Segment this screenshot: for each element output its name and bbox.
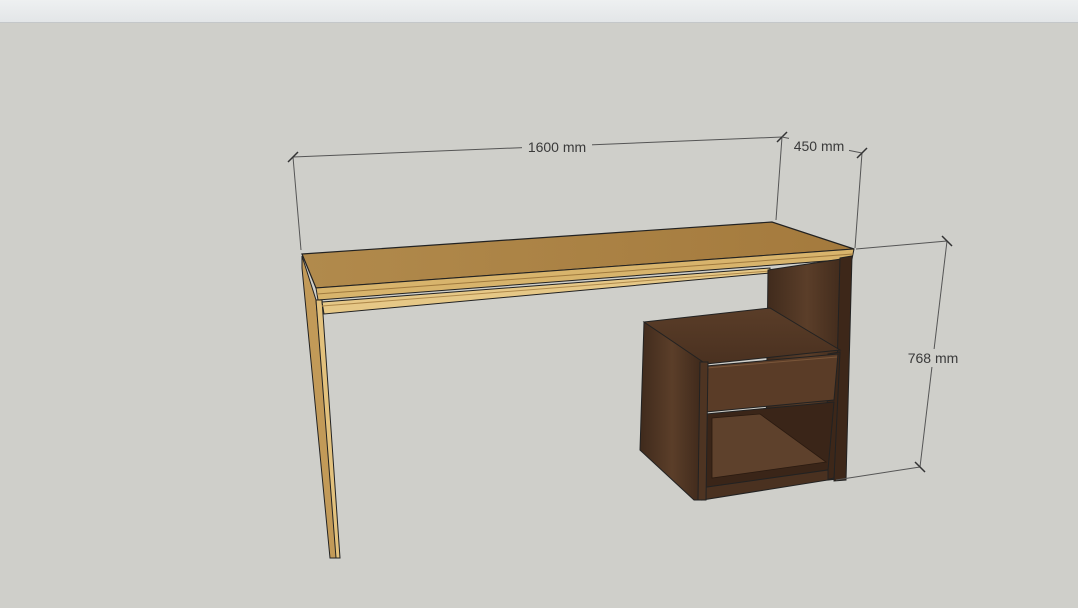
height-dimension-label: 768 mm	[908, 350, 959, 366]
drawer-cabinet	[639, 307, 842, 501]
width-dimension-label: 1600 mm	[528, 139, 586, 155]
desk-3d-model[interactable]: 1600 mm 450 mm 768 mm	[0, 0, 1078, 608]
depth-dimension-label: 450 mm	[794, 138, 845, 154]
